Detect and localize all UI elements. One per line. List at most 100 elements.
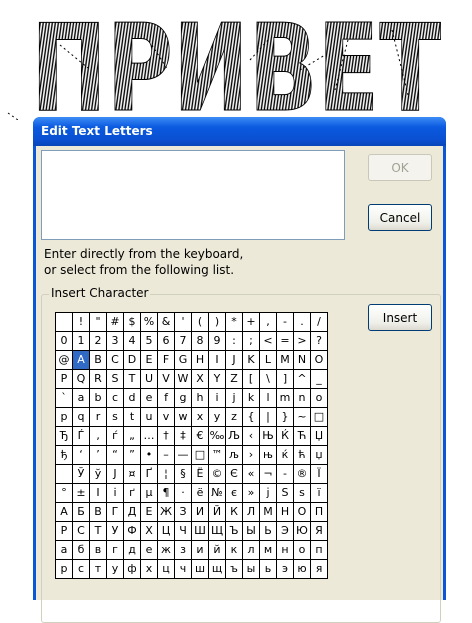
title-bar[interactable]: Edit Text Letters xyxy=(33,117,446,146)
char-cell[interactable]: ш xyxy=(191,559,209,579)
char-cell[interactable]: Ј xyxy=(106,464,124,484)
char-cell[interactable]: Ю xyxy=(293,521,311,541)
char-cell[interactable]: ” xyxy=(123,445,141,465)
char-cell[interactable]: Ћ xyxy=(293,426,311,446)
char-cell[interactable]: Я xyxy=(310,521,328,541)
char-cell[interactable]: л xyxy=(242,540,260,560)
char-cell[interactable]: - xyxy=(276,312,294,332)
char-cell[interactable]: „ xyxy=(123,426,141,446)
char-cell[interactable]: L xyxy=(259,350,277,370)
char-cell[interactable]: ' xyxy=(174,312,192,332)
char-cell[interactable]: ф xyxy=(123,559,141,579)
char-cell[interactable]: х xyxy=(140,559,158,579)
char-cell[interactable]: Ж xyxy=(157,502,175,522)
char-cell[interactable]: Й xyxy=(208,502,226,522)
ok-button[interactable]: OK xyxy=(368,154,432,181)
char-cell[interactable]: з xyxy=(174,540,192,560)
char-cell[interactable]: е xyxy=(140,540,158,560)
char-cell[interactable]: G xyxy=(174,350,192,370)
char-cell[interactable]: € xyxy=(191,426,209,446)
char-cell[interactable]: 0 xyxy=(55,331,73,351)
char-cell[interactable]: u xyxy=(140,407,158,427)
char-cell[interactable]: ђ xyxy=(55,445,73,465)
char-cell[interactable]: : xyxy=(225,331,243,351)
char-cell[interactable]: 2 xyxy=(89,331,107,351)
char-cell[interactable]: Д xyxy=(123,502,141,522)
char-cell[interactable]: В xyxy=(89,502,107,522)
char-cell[interactable]: A xyxy=(72,350,90,370)
char-cell[interactable]: и xyxy=(191,540,209,560)
char-cell[interactable]: W xyxy=(174,369,192,389)
char-cell[interactable]: т xyxy=(89,559,107,579)
char-cell[interactable]: R xyxy=(89,369,107,389)
char-cell[interactable]: П xyxy=(310,502,328,522)
char-cell[interactable]: 7 xyxy=(174,331,192,351)
char-cell[interactable]: 9 xyxy=(208,331,226,351)
char-cell[interactable]: С xyxy=(72,521,90,541)
char-cell[interactable]: b xyxy=(89,388,107,408)
char-cell[interactable]: Ь xyxy=(259,521,277,541)
char-cell[interactable]: M xyxy=(276,350,294,370)
char-cell[interactable]: ї xyxy=(310,483,328,503)
char-cell[interactable]: И xyxy=(191,502,209,522)
char-cell[interactable]: б xyxy=(72,540,90,560)
char-cell[interactable]: C xyxy=(106,350,124,370)
char-cell[interactable]: Л xyxy=(242,502,260,522)
char-cell[interactable]: ™ xyxy=(208,445,226,465)
char-cell[interactable]: · xyxy=(174,483,192,503)
char-cell[interactable]: Ђ xyxy=(55,426,73,446)
char-cell[interactable]: & xyxy=(157,312,175,332)
char-cell[interactable]: ў xyxy=(89,464,107,484)
char-cell[interactable]: М xyxy=(259,502,277,522)
char-cell[interactable]: ° xyxy=(55,483,73,503)
char-cell[interactable]: а xyxy=(55,540,73,560)
char-cell[interactable]: 6 xyxy=(157,331,175,351)
char-cell[interactable]: Р xyxy=(55,521,73,541)
char-cell[interactable]: P xyxy=(55,369,73,389)
char-cell[interactable]: \ xyxy=(259,369,277,389)
char-cell[interactable]: ] xyxy=(276,369,294,389)
char-cell[interactable]: » xyxy=(242,483,260,503)
char-cell[interactable]: ? xyxy=(310,331,328,351)
char-cell[interactable]: ^ xyxy=(293,369,311,389)
char-cell[interactable]: © xyxy=(208,464,226,484)
char-cell[interactable]: Щ xyxy=(208,521,226,541)
char-cell[interactable]: { xyxy=(242,407,260,427)
char-cell[interactable]: ѕ xyxy=(293,483,311,503)
char-cell[interactable]: _ xyxy=(310,369,328,389)
char-cell[interactable]: ~ xyxy=(293,407,311,427)
char-cell[interactable]: џ xyxy=(310,445,328,465)
char-cell[interactable]: - xyxy=(276,464,294,484)
char-cell[interactable]: O xyxy=(310,350,328,370)
char-cell[interactable]: № xyxy=(208,483,226,503)
char-cell[interactable]: Q xyxy=(72,369,90,389)
char-cell[interactable]: Т xyxy=(89,521,107,541)
char-cell[interactable]: … xyxy=(140,426,158,446)
char-cell[interactable]: о xyxy=(293,540,311,560)
char-cell[interactable]: ± xyxy=(72,483,90,503)
char-cell[interactable]: e xyxy=(140,388,158,408)
char-cell[interactable]: Ґ xyxy=(140,464,158,484)
char-cell[interactable]: в xyxy=(89,540,107,560)
char-cell[interactable]: N xyxy=(293,350,311,370)
char-cell[interactable]: Г xyxy=(106,502,124,522)
char-cell[interactable]: Њ xyxy=(259,426,277,446)
cancel-button[interactable]: Cancel xyxy=(368,204,432,231)
char-cell[interactable]: X xyxy=(191,369,209,389)
char-cell[interactable]: c xyxy=(106,388,124,408)
char-cell[interactable]: ы xyxy=(242,559,260,579)
char-cell[interactable]: s xyxy=(106,407,124,427)
char-cell[interactable]: Ѓ xyxy=(72,426,90,446)
char-cell[interactable]: i xyxy=(208,388,226,408)
char-cell[interactable]: ћ xyxy=(293,445,311,465)
char-cell[interactable]: t xyxy=(123,407,141,427)
char-cell[interactable]: v xyxy=(157,407,175,427)
char-cell[interactable]: ‹ xyxy=(242,426,260,446)
char-cell[interactable]: o xyxy=(310,388,328,408)
char-cell[interactable]: | xyxy=(259,407,277,427)
char-cell[interactable]: l xyxy=(259,388,277,408)
char-cell[interactable]: ¶ xyxy=(157,483,175,503)
char-cell[interactable]: г xyxy=(106,540,124,560)
insert-button[interactable]: Insert xyxy=(368,304,432,331)
char-cell[interactable]: – xyxy=(157,445,175,465)
